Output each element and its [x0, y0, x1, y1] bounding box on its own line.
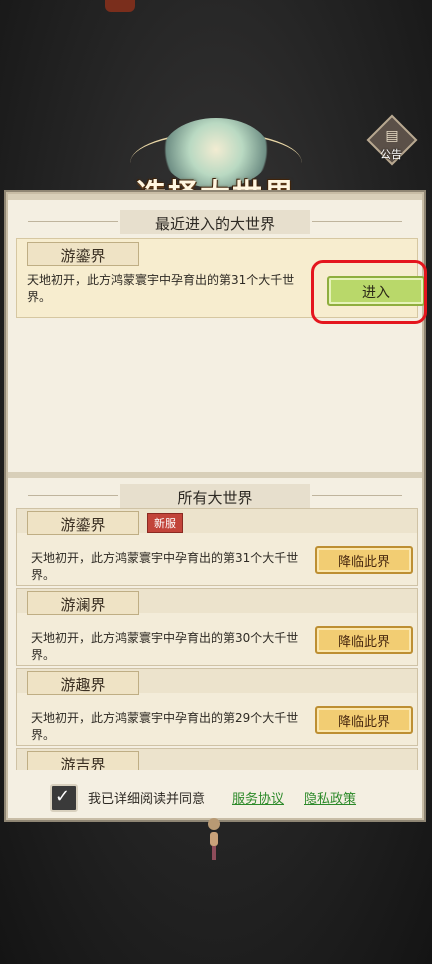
- panel-top-bar: [8, 194, 422, 200]
- agree-text: 我已详细阅读并同意: [88, 792, 206, 807]
- all-section-title: 所有大世界: [177, 489, 253, 507]
- world-description: 天地初开，此方鸿蒙寰宇中孕育出的第29个大千世界。: [31, 711, 299, 742]
- world-description: 天地初开，此方鸿蒙寰宇中孕育出的第30个大千世界。: [31, 631, 299, 662]
- agree-checkbox[interactable]: ✓: [50, 784, 78, 812]
- descend-button-label: 降临此界: [337, 555, 390, 570]
- world-name: 游趣界: [60, 676, 106, 694]
- pendant-knot: [208, 818, 220, 830]
- world-name: 游澜界: [60, 596, 106, 614]
- world-name-tag: 游鎏界: [27, 511, 139, 535]
- pendant-bead: [210, 832, 218, 846]
- book-icon: ▤: [385, 128, 399, 144]
- recent-section-header: 最近进入的大世界: [8, 208, 422, 236]
- agreement-bar: ✓ 我已详细阅读并同意 服务协议 隐私政策: [8, 770, 422, 818]
- world-select-panel: 最近进入的大世界 游鎏界 天地初开，此方鸿蒙寰宇中孕育出的第31个大千世界。 进…: [6, 192, 427, 820]
- recent-section-title: 最近进入的大世界: [154, 215, 275, 233]
- descend-button[interactable]: 降临此界: [315, 546, 413, 574]
- world-name-tag: 游澜界: [27, 591, 139, 615]
- enter-button-highlight: [311, 260, 427, 324]
- world-name-tag: 游鎏界: [27, 242, 139, 266]
- world-name: 游鎏界: [60, 516, 106, 534]
- descend-button[interactable]: 降临此界: [315, 706, 413, 734]
- notice-label: 公告: [380, 148, 402, 161]
- world-name: 游鎏界: [60, 247, 106, 265]
- world-card: 游澜界 天地初开，此方鸿蒙寰宇中孕育出的第30个大千世界。 降临此界: [16, 588, 418, 666]
- all-section-header: 所有大世界: [8, 482, 422, 510]
- descend-button-label: 降临此界: [337, 715, 390, 730]
- world-card: 游趣界 天地初开，此方鸿蒙寰宇中孕育出的第29个大千世界。 降临此界: [16, 668, 418, 746]
- world-description: 天地初开，此方鸿蒙寰宇中孕育出的第31个大千世界。: [31, 551, 299, 582]
- privacy-policy-link[interactable]: 隐私政策: [304, 788, 356, 807]
- descend-button-label: 降临此界: [337, 635, 390, 650]
- descend-button[interactable]: 降临此界: [315, 626, 413, 654]
- world-name-tag: 游趣界: [27, 671, 139, 695]
- notice-button[interactable]: ▤ 公告: [366, 114, 418, 166]
- checkmark-icon: ✓: [55, 786, 71, 807]
- pendant-tassel: [212, 846, 216, 860]
- service-agreement-link[interactable]: 服务协议: [232, 788, 284, 807]
- world-description: 天地初开，此方鸿蒙寰宇中孕育出的第31个大千世界。: [27, 273, 295, 304]
- new-server-badge-label: 新服: [154, 517, 176, 530]
- top-decoration: [105, 0, 135, 12]
- new-server-badge: 新服: [147, 513, 183, 533]
- pendant-decoration: [205, 818, 223, 860]
- world-card: 游鎏界 新服 天地初开，此方鸿蒙寰宇中孕育出的第31个大千世界。 降临此界: [16, 508, 418, 586]
- section-divider: [8, 472, 422, 478]
